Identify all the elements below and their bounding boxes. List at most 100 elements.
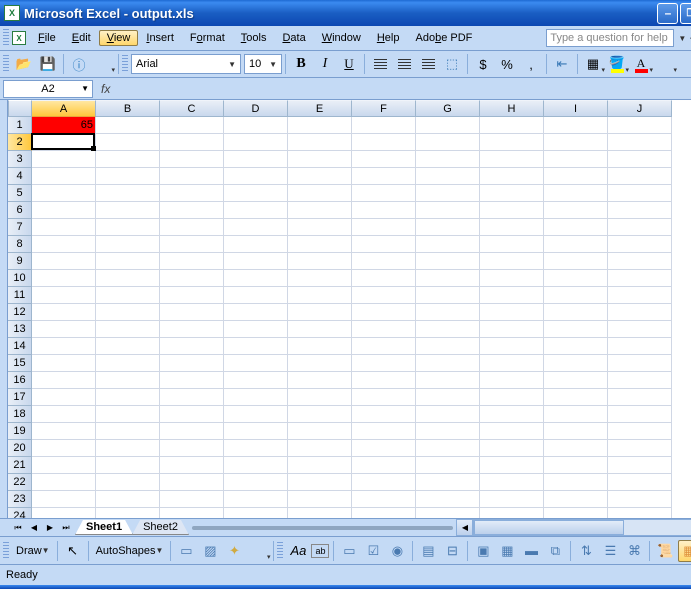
- cell[interactable]: [32, 168, 96, 185]
- cell[interactable]: [160, 491, 224, 508]
- properties-icon[interactable]: ☰: [599, 540, 621, 562]
- cell[interactable]: [160, 372, 224, 389]
- cell[interactable]: [224, 321, 288, 338]
- cell[interactable]: [608, 474, 672, 491]
- cell[interactable]: [32, 457, 96, 474]
- cell[interactable]: [480, 270, 544, 287]
- cell[interactable]: [544, 151, 608, 168]
- cell[interactable]: [32, 202, 96, 219]
- row-header[interactable]: 15: [8, 355, 32, 372]
- cell[interactable]: [352, 134, 416, 151]
- cell[interactable]: [32, 321, 96, 338]
- cell[interactable]: [608, 508, 672, 518]
- cell[interactable]: [224, 253, 288, 270]
- cell[interactable]: [224, 372, 288, 389]
- menu-adobe[interactable]: Adobe PDF: [407, 30, 480, 46]
- cell[interactable]: [160, 253, 224, 270]
- cell[interactable]: [32, 253, 96, 270]
- cell[interactable]: [608, 270, 672, 287]
- cell[interactable]: [480, 168, 544, 185]
- row-header[interactable]: 2: [8, 134, 32, 151]
- grip-icon[interactable]: [277, 542, 283, 560]
- cell[interactable]: [480, 457, 544, 474]
- cell[interactable]: [288, 168, 352, 185]
- cell[interactable]: [608, 202, 672, 219]
- cell[interactable]: [96, 236, 160, 253]
- cell[interactable]: [224, 236, 288, 253]
- cell[interactable]: [288, 474, 352, 491]
- cell[interactable]: [544, 270, 608, 287]
- cell[interactable]: [160, 304, 224, 321]
- open-icon[interactable]: 📂: [13, 53, 35, 75]
- cell[interactable]: [288, 440, 352, 457]
- cell[interactable]: [352, 372, 416, 389]
- cell[interactable]: [288, 321, 352, 338]
- cell[interactable]: [544, 389, 608, 406]
- cell[interactable]: [96, 406, 160, 423]
- cell[interactable]: [96, 253, 160, 270]
- cell[interactable]: [96, 355, 160, 372]
- cell[interactable]: [32, 406, 96, 423]
- cell[interactable]: [224, 491, 288, 508]
- horizontal-scrollbar[interactable]: ◀ ▶: [456, 519, 691, 536]
- cell[interactable]: [608, 338, 672, 355]
- insert-clipart-icon[interactable]: ✦: [223, 540, 245, 562]
- cell[interactable]: [96, 168, 160, 185]
- cell[interactable]: [416, 219, 480, 236]
- row-header[interactable]: 20: [8, 440, 32, 457]
- cell[interactable]: [480, 491, 544, 508]
- row-header[interactable]: 9: [8, 253, 32, 270]
- cell[interactable]: [32, 491, 96, 508]
- cell[interactable]: [288, 185, 352, 202]
- cell[interactable]: [608, 491, 672, 508]
- cell[interactable]: [288, 287, 352, 304]
- cell[interactable]: [480, 338, 544, 355]
- cell[interactable]: [32, 304, 96, 321]
- menu-edit[interactable]: Edit: [64, 30, 99, 46]
- column-header[interactable]: J: [608, 100, 672, 117]
- cell[interactable]: [352, 321, 416, 338]
- cell[interactable]: [32, 389, 96, 406]
- menu-insert[interactable]: Insert: [138, 30, 182, 46]
- cell[interactable]: [224, 440, 288, 457]
- align-left-button[interactable]: [369, 53, 391, 75]
- group2-icon[interactable]: ☑: [362, 540, 384, 562]
- cell[interactable]: [416, 321, 480, 338]
- cell[interactable]: [544, 423, 608, 440]
- minimize-button[interactable]: [657, 3, 678, 24]
- column-header[interactable]: C: [160, 100, 224, 117]
- fill-color-button[interactable]: 🪣: [606, 53, 628, 75]
- cell[interactable]: [352, 406, 416, 423]
- cell[interactable]: [224, 270, 288, 287]
- cell[interactable]: [288, 219, 352, 236]
- cell[interactable]: [416, 168, 480, 185]
- cell[interactable]: [544, 321, 608, 338]
- select-all-corner[interactable]: [8, 100, 32, 117]
- cell[interactable]: [288, 372, 352, 389]
- cell[interactable]: [224, 355, 288, 372]
- cell[interactable]: [288, 355, 352, 372]
- cell[interactable]: [160, 134, 224, 151]
- cell[interactable]: [480, 508, 544, 518]
- cell[interactable]: [160, 440, 224, 457]
- cell[interactable]: [160, 321, 224, 338]
- cell[interactable]: [96, 440, 160, 457]
- cell[interactable]: [544, 474, 608, 491]
- cell[interactable]: [288, 423, 352, 440]
- help-search-input[interactable]: [546, 29, 674, 47]
- cell[interactable]: [224, 117, 288, 134]
- cell[interactable]: [608, 219, 672, 236]
- cell[interactable]: [160, 202, 224, 219]
- cell[interactable]: [352, 253, 416, 270]
- textbox-icon[interactable]: ▨: [199, 540, 221, 562]
- grip-icon[interactable]: [3, 55, 9, 73]
- cell[interactable]: [96, 219, 160, 236]
- row-header[interactable]: 11: [8, 287, 32, 304]
- cell[interactable]: [352, 338, 416, 355]
- cell[interactable]: [480, 202, 544, 219]
- cell[interactable]: [480, 406, 544, 423]
- column-header[interactable]: H: [480, 100, 544, 117]
- toolbar-options-icon[interactable]: [247, 540, 269, 562]
- cell[interactable]: [480, 117, 544, 134]
- cell[interactable]: [544, 440, 608, 457]
